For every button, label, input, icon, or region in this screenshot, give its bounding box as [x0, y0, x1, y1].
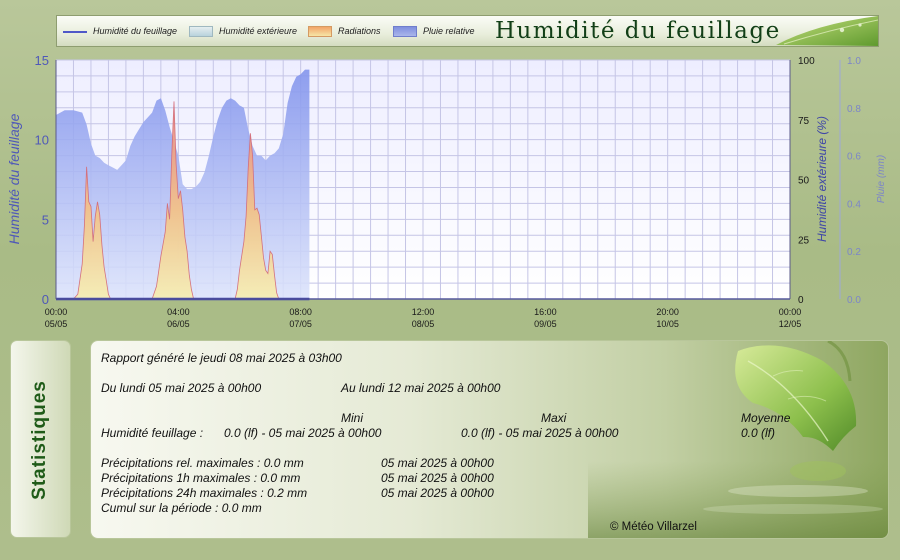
y-right1-tick-label: 0	[798, 295, 804, 306]
x-tick-date-label: 12/05	[779, 319, 802, 329]
x-tick-date-label: 06/05	[167, 319, 190, 329]
legend-swatch-outdoor-humidity	[189, 26, 213, 37]
y-left-tick-label: 5	[42, 212, 49, 227]
x-tick-date-label: 09/05	[534, 319, 557, 329]
y-right2-tick-label: 0.4	[847, 199, 861, 210]
precip-1h-label: Précipitations 1h maximales : 0.0 mm	[101, 471, 301, 485]
y-right1-tick-label: 75	[798, 116, 810, 127]
page: Humidité du feuillage Humidité extérieur…	[0, 0, 900, 560]
precip-24h-date: 05 mai 2025 à 00h00	[381, 486, 494, 500]
y-right2-axis-label: Pluie (mm)	[876, 155, 887, 203]
leaf-decoration-icon	[588, 341, 888, 538]
legend-swatch-relative-rain	[393, 26, 417, 37]
col-max-header: Maxi	[541, 411, 567, 425]
row-min: 0.0 (lf) - 05 mai 2025 à 00h00	[224, 426, 382, 440]
y-right1-axis-label: Humidité extérieure (%)	[815, 116, 829, 242]
x-tick-time-label: 12:00	[412, 307, 435, 317]
legend-bar: Humidité du feuillage Humidité extérieur…	[56, 15, 879, 47]
chart: 0 5 10 15 0 25 50 75 100 0.0 0.2 0.4 0.6 0.8 1.0 00:00 0…	[6, 53, 887, 329]
stats-panel: Rapport généré le jeudi 08 mai 2025 à 03…	[90, 340, 889, 539]
row-label: Humidité feuillage :	[101, 426, 204, 440]
precip-rel-label: Précipitations rel. maximales : 0.0 mm	[101, 456, 304, 470]
x-tick-time-label: 00:00	[779, 307, 802, 317]
legend-label-leaf-humidity: Humidité du feuillage	[93, 26, 178, 36]
legend-label-radiation: Radiations	[338, 26, 381, 36]
x-tick-time-label: 20:00	[656, 307, 679, 317]
stats-side-label: Statistiques	[29, 380, 50, 500]
report-date: Rapport généré le jeudi 08 mai 2025 à 03…	[101, 351, 342, 365]
x-tick-time-label: 16:00	[534, 307, 557, 317]
chart-title: Humidité du feuillage	[495, 18, 781, 44]
y-right2-tick-label: 0.8	[847, 104, 861, 115]
y-right2-tick-label: 1.0	[847, 56, 861, 67]
x-tick-date-label: 05/05	[45, 319, 68, 329]
legend-swatch-leaf-humidity	[63, 31, 87, 33]
y-right2-tick-label: 0.6	[847, 152, 861, 163]
period-from: Du lundi 05 mai 2025 à 00h00	[101, 381, 262, 395]
x-tick-date-label: 07/05	[289, 319, 312, 329]
period-to: Au lundi 12 mai 2025 à 00h00	[341, 381, 501, 395]
legend-swatch-radiation	[308, 26, 332, 37]
x-tick-time-label: 04:00	[167, 307, 190, 317]
col-avg-header: Moyenne	[741, 411, 791, 425]
precip-24h-label: Précipitations 24h maximales : 0.2 mm	[101, 486, 308, 500]
y-right1-tick-label: 50	[798, 176, 810, 187]
y-left-tick-label: 15	[35, 53, 49, 68]
y-right1-tick-label: 25	[798, 235, 810, 246]
col-min-header: Mini	[341, 411, 364, 425]
y-right1-tick-label: 100	[798, 56, 815, 67]
precip-1h-date: 05 mai 2025 à 00h00	[381, 471, 494, 485]
y-left-axis-label: Humidité du feuillage	[6, 113, 22, 244]
y-right2-tick-label: 0.2	[847, 247, 861, 258]
leaf-icon	[776, 16, 878, 46]
x-tick-time-label: 00:00	[45, 307, 68, 317]
row-max: 0.0 (lf) - 05 mai 2025 à 00h00	[461, 426, 619, 440]
x-tick-date-label: 08/05	[412, 319, 435, 329]
row-avg: 0.0 (lf)	[741, 426, 776, 440]
y-left-tick-label: 10	[35, 133, 49, 148]
cumul: Cumul sur la période : 0.0 mm	[101, 501, 262, 515]
y-right2-tick-label: 0.0	[847, 295, 861, 306]
x-tick-time-label: 08:00	[289, 307, 312, 317]
legend-label-relative-rain: Pluie relative	[423, 26, 475, 36]
legend-label-outdoor-humidity: Humidité extérieure	[219, 26, 298, 36]
y-left-tick-label: 0	[42, 292, 49, 307]
x-tick-date-label: 10/05	[656, 319, 679, 329]
precip-rel-date: 05 mai 2025 à 00h00	[381, 456, 494, 470]
copyright: © Météo Villarzel	[610, 521, 697, 533]
